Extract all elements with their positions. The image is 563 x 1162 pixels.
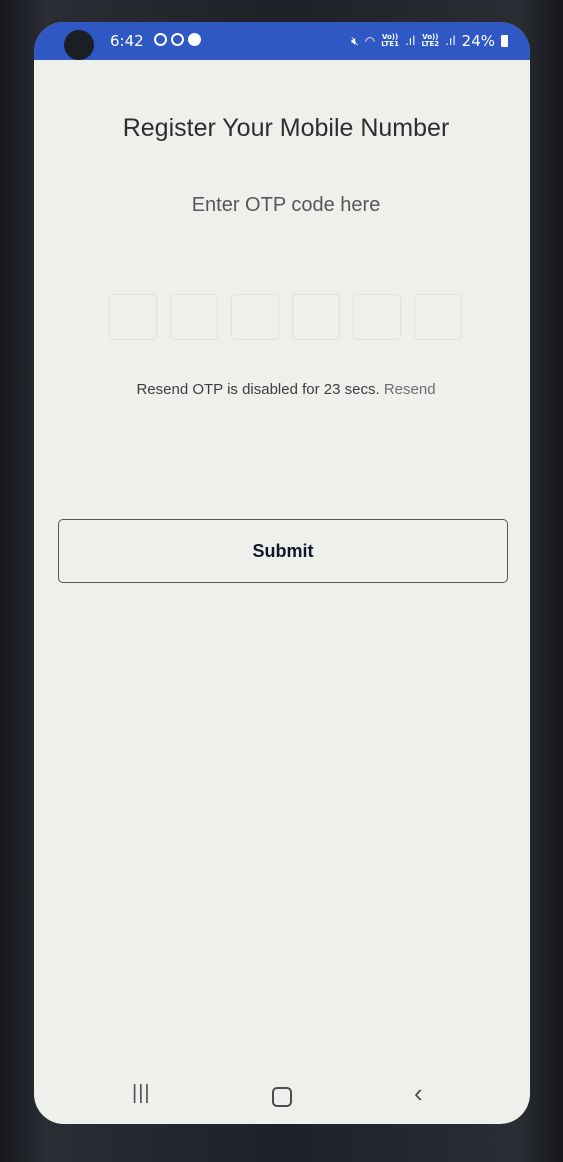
resend-link[interactable]: Resend [384, 381, 436, 398]
battery-percent: 24% [461, 32, 495, 50]
status-time: 6:42 [110, 32, 144, 50]
battery-icon [501, 35, 508, 47]
whatsapp-icon [171, 33, 184, 46]
otp-digit-1[interactable] [109, 294, 157, 340]
wifi-icon: ◠ [364, 34, 376, 48]
otp-digit-3[interactable] [231, 294, 279, 340]
page-title: Register Your Mobile Number [122, 114, 450, 142]
home-icon[interactable] [272, 1087, 292, 1107]
otp-input-group [109, 294, 462, 340]
mute-icon: 🔇︎ [351, 34, 359, 48]
back-icon[interactable]: ‹ [414, 1078, 423, 1109]
otp-digit-4[interactable] [292, 294, 340, 340]
status-bar: 6:42 🔇︎ ◠ Vo)) LTE1 .ıl Vo)) LTE2 .ıl 24… [34, 22, 530, 60]
camera-cutout [64, 30, 94, 60]
lte1-indicator: Vo)) LTE1 [381, 33, 399, 48]
otp-digit-6[interactable] [414, 294, 462, 340]
resend-info: Resend OTP is disabled for 23 secs. Rese… [34, 381, 530, 398]
otp-digit-2[interactable] [170, 294, 218, 340]
resend-disabled-text: Resend OTP is disabled for 23 secs. [136, 381, 380, 398]
signal-icon: .ıl [404, 34, 416, 48]
lte2-indicator: Vo)) LTE2 [421, 33, 440, 48]
otp-label: Enter OTP code here [191, 194, 381, 216]
notification-icons [154, 33, 201, 46]
otp-digit-5[interactable] [353, 294, 401, 340]
navigation-bar: ||| ‹ [34, 1068, 530, 1124]
phone-screen: 6:42 🔇︎ ◠ Vo)) LTE1 .ıl Vo)) LTE2 .ıl 24… [34, 22, 530, 1124]
submit-button[interactable]: Submit [58, 519, 508, 583]
status-right-icons: 🔇︎ ◠ Vo)) LTE1 .ıl Vo)) LTE2 .ıl 24% [351, 32, 508, 50]
recents-icon[interactable]: ||| [132, 1082, 151, 1105]
whatsapp-icon [154, 33, 167, 46]
signal-icon: .ıl [445, 34, 456, 48]
account-icon [188, 33, 201, 46]
phone-frame: 6:42 🔇︎ ◠ Vo)) LTE1 .ıl Vo)) LTE2 .ıl 24… [0, 0, 563, 1162]
